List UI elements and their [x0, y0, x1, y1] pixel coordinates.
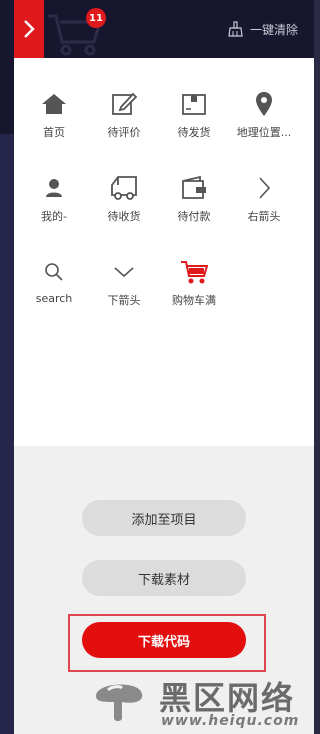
location-pin-icon — [256, 92, 272, 116]
grid-item-label: 待评价 — [107, 126, 141, 139]
grid-item-to-receive[interactable]: 待收货 — [86, 172, 162, 232]
chevron-right-icon — [24, 20, 35, 38]
watermark-name: 黑区网络 — [159, 679, 296, 717]
grid-item-label: 购物车满 — [172, 294, 216, 307]
home-icon — [42, 94, 66, 114]
action-area: 添加至项目 下载素材 下载代码 黑区网络 www.heiqu.com — [14, 446, 314, 734]
grid-item-label: 首页 — [43, 126, 65, 139]
watermark-logo-icon — [96, 684, 143, 721]
download-assets-button[interactable]: 下载素材 — [82, 560, 246, 596]
clear-all-button[interactable]: 一键清除 — [228, 18, 298, 40]
grid-item-to-review[interactable]: 待评价 — [86, 88, 162, 148]
user-icon — [46, 179, 62, 197]
search-icon — [45, 263, 63, 281]
grid-item-label: 地理位置... — [236, 126, 292, 139]
broom-icon — [228, 21, 243, 37]
grid-item-label: 待发货 — [177, 126, 211, 139]
grid-item-label: 右箭头 — [247, 210, 281, 223]
icon-grid-panel: 首页 待评价 待发货 地理位置... 我的- 待收货 待付款 右箭头 searc… — [14, 58, 314, 446]
grid-item-to-ship[interactable]: 待发货 — [156, 88, 232, 148]
collapse-button[interactable] — [14, 0, 44, 58]
grid-item-label: 待付款 — [177, 210, 211, 223]
edit-icon — [112, 92, 137, 115]
cart-count-badge: 11 — [86, 8, 106, 28]
truck-icon — [111, 176, 137, 200]
chevron-right-icon — [259, 177, 271, 199]
clear-all-label: 一键清除 — [249, 22, 298, 37]
grid-item-label: search — [35, 292, 73, 305]
add-to-project-button[interactable]: 添加至项目 — [82, 500, 246, 536]
header-bar: 11 一键清除 — [0, 0, 314, 58]
grid-item-label: 我的- — [41, 210, 67, 223]
wallet-icon — [182, 176, 206, 199]
download-code-button[interactable]: 下载代码 — [82, 622, 246, 658]
cart-full-icon — [181, 261, 208, 284]
grid-item-mine[interactable]: 我的- — [16, 172, 92, 232]
grid-item-home[interactable]: 首页 — [16, 88, 92, 148]
watermark: 黑区网络 www.heiqu.com — [14, 666, 314, 734]
watermark-url: www.heiqu.com — [161, 713, 300, 729]
grid-item-right-arrow[interactable]: 右箭头 — [226, 172, 302, 232]
grid-item-label: 待收货 — [107, 210, 141, 223]
box-icon — [182, 94, 206, 115]
chevron-down-icon — [114, 267, 134, 278]
grid-item-to-pay[interactable]: 待付款 — [156, 172, 232, 232]
grid-item-down-arrow[interactable]: 下箭头 — [86, 256, 162, 316]
grid-item-location[interactable]: 地理位置... — [226, 88, 302, 148]
grid-item-search[interactable]: search — [16, 256, 92, 316]
grid-item-cart-full[interactable]: 购物车满 — [156, 256, 232, 316]
grid-item-label: 下箭头 — [107, 294, 141, 307]
